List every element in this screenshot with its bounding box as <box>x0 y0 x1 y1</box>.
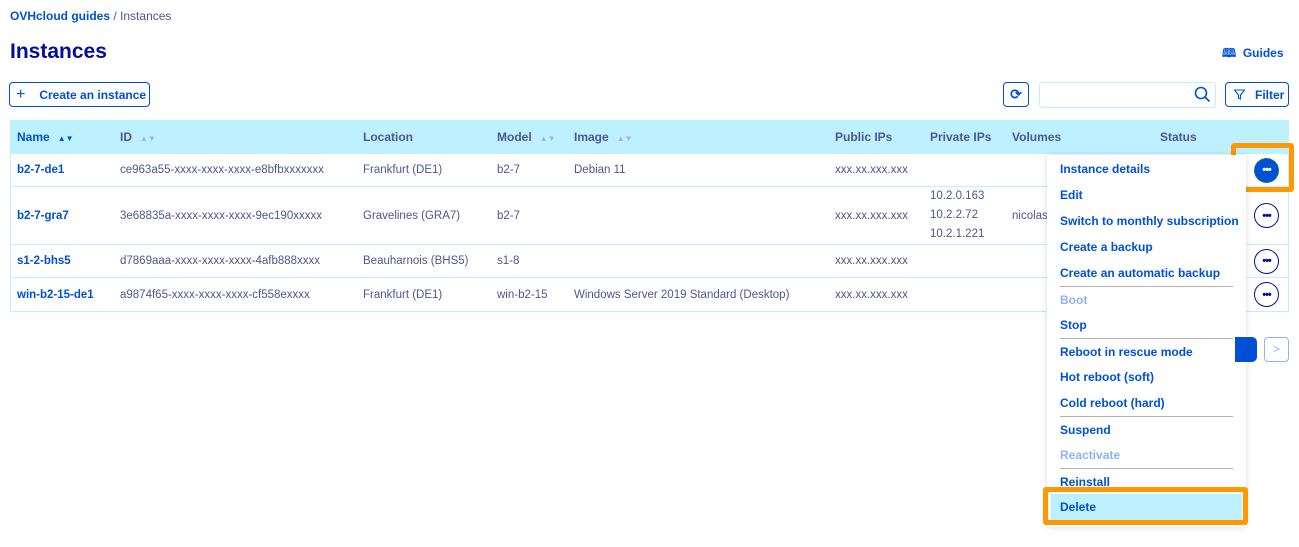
private-ip: 10.2.1.221 <box>930 228 985 240</box>
column-name[interactable]: Name ▲▼ <box>17 130 120 144</box>
menu-item-edit[interactable]: Edit <box>1060 182 1233 208</box>
column-model[interactable]: Model ▲▼ <box>497 130 574 144</box>
sort-icon: ▲▼ <box>57 134 74 143</box>
cell-location: Frankfurt (DE1) <box>363 164 443 176</box>
breadcrumb: OVHcloud guides / Instances <box>10 9 171 23</box>
refresh-icon: ⟳ <box>1010 86 1022 102</box>
cell-model: b2-7 <box>497 209 521 222</box>
book-icon: 🕮 <box>1222 46 1237 60</box>
filter-label: Filter <box>1255 87 1285 102</box>
sort-icon: ▲▼ <box>539 134 556 143</box>
guides-label: Guides <box>1242 46 1284 60</box>
cell-name[interactable]: b2-7-de1 <box>17 164 120 176</box>
cell-model: s1-8 <box>497 255 520 267</box>
sort-icon: ▲▼ <box>140 134 156 143</box>
menu-item-stop[interactable]: Stop <box>1060 312 1233 338</box>
cell-location: Frankfurt (DE1) <box>363 288 443 301</box>
search-input[interactable] <box>1044 83 1194 105</box>
cell-public-ip: xxx.xx.xxx.xxx <box>835 288 908 301</box>
refresh-button[interactable]: ⟳ <box>1003 82 1029 107</box>
column-public-ips: Public IPs <box>835 130 893 144</box>
menu-item-suspend[interactable]: Suspend <box>1060 416 1233 442</box>
cell-id: ce963a55-xxxx-xxxx-xxxx-e8bfbxxxxxxx <box>120 164 324 176</box>
cell-id: a9874f65-xxxx-xxxx-xxxx-cf558exxxx <box>120 288 310 301</box>
row-actions-button[interactable]: ••• <box>1254 248 1279 274</box>
column-id[interactable]: ID ▲▼ <box>120 130 363 144</box>
menu-item-cold-reboot-hard[interactable]: Cold reboot (hard) <box>1060 390 1233 416</box>
breadcrumb-current: Instances <box>120 9 172 23</box>
column-volumes: Volumes <box>1012 130 1062 144</box>
pagination-next-button[interactable]: > <box>1264 337 1289 362</box>
table-header: Name ▲▼ ID ▲▼ Location Model ▲▼ Image ▲▼ Pub… <box>11 121 1288 154</box>
cell-id: d7869aaa-xxxx-xxxx-xxxx-4afb888xxxx <box>120 255 321 267</box>
sort-icon: ▲▼ <box>616 134 633 143</box>
plus-icon: + <box>16 85 26 103</box>
menu-item-create-a-backup[interactable]: Create a backup <box>1060 234 1233 260</box>
create-instance-button[interactable]: + Create an instance <box>9 82 150 107</box>
column-private-ips: Private IPs <box>930 130 992 144</box>
cell-model: win-b2-15 <box>497 288 548 301</box>
private-ip: 10.2.2.72 <box>930 209 978 221</box>
cell-image: Windows Server 2019 Standard (Desktop) <box>574 288 790 301</box>
cell-name[interactable]: s1-2-bhs5 <box>17 255 120 267</box>
filter-icon <box>1234 89 1245 100</box>
menu-item-hot-reboot-soft[interactable]: Hot reboot (soft) <box>1060 364 1233 390</box>
menu-item-boot: Boot <box>1060 286 1233 312</box>
filter-button[interactable]: Filter <box>1225 82 1289 107</box>
menu-item-reactivate: Reactivate <box>1060 448 1121 462</box>
menu-item-create-an-automatic-backup[interactable]: Create an automatic backup <box>1060 260 1233 286</box>
cell-private-ips: 10.2.0.163 10.2.2.72 10.2.1.221 <box>930 187 1012 244</box>
cell-id: 3e68835a-xxxx-xxxx-xxxx-9ec190xxxxx <box>120 209 322 222</box>
search-field[interactable] <box>1039 82 1216 108</box>
cell-location: Gravelines (GRA7) <box>363 209 461 222</box>
page-title: Instances <box>10 40 107 63</box>
cell-public-ip: xxx.xx.xxx.xxx <box>835 164 908 176</box>
row-actions-button[interactable]: ••• <box>1254 203 1279 228</box>
create-instance-label: Create an instance <box>39 87 147 102</box>
cell-public-ip: xxx.xx.xxx.xxx <box>835 255 908 267</box>
cell-location: Beauharnois (BHS5) <box>363 255 469 267</box>
cell-image: Debian 11 <box>574 164 626 176</box>
menu-item-instance-details[interactable]: Instance details <box>1060 156 1233 182</box>
breadcrumb-root-link[interactable]: OVHcloud guides <box>10 9 110 23</box>
highlight-delete <box>1043 487 1248 525</box>
search-icon <box>1194 86 1211 103</box>
cell-name[interactable]: win-b2-15-de1 <box>17 289 120 301</box>
guides-link[interactable]: 🕮 Guides <box>1222 44 1284 65</box>
menu-item-switch-to-monthly-subscription[interactable]: Switch to monthly subscription <box>1060 208 1239 234</box>
instance-actions-menu: Instance details Edit Switch to monthly su… <box>1047 155 1246 527</box>
column-image[interactable]: Image ▲▼ <box>574 130 835 144</box>
column-status: Status <box>1160 130 1197 144</box>
menu-item-reboot-in-rescue-mode[interactable]: Reboot in rescue mode <box>1060 338 1233 364</box>
private-ip: 10.2.0.163 <box>930 190 985 202</box>
cell-public-ip: xxx.xx.xxx.xxx <box>835 209 908 222</box>
cell-name[interactable]: b2-7-gra7 <box>17 210 120 222</box>
column-location: Location <box>363 130 413 144</box>
cell-model: b2-7 <box>497 164 521 176</box>
pagination-current-page[interactable] <box>1235 337 1257 362</box>
breadcrumb-separator: / <box>113 9 117 23</box>
row-actions-button[interactable]: ••• <box>1254 282 1279 307</box>
